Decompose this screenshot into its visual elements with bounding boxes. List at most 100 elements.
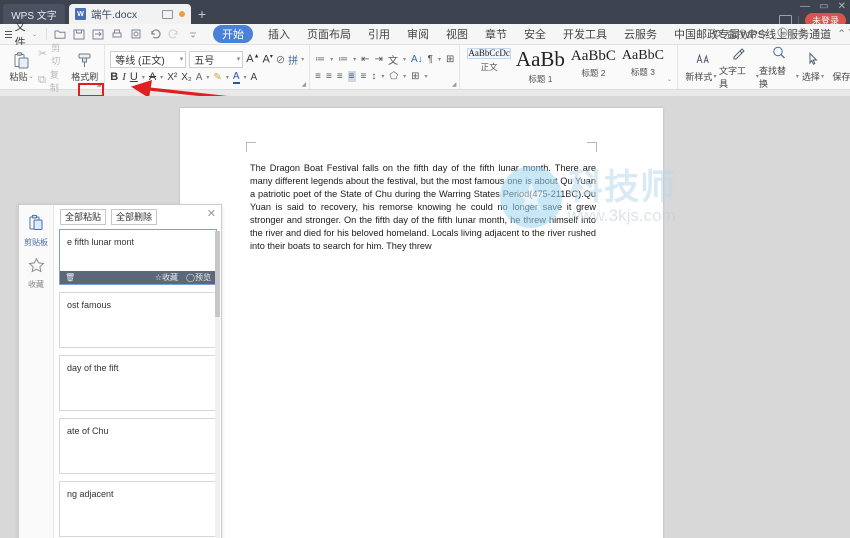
close-icon[interactable]: ✕ [207, 209, 216, 220]
chevron-down-icon[interactable]: ▾ [160, 74, 163, 81]
justify-button[interactable]: ≡ [347, 71, 356, 82]
ribbon-tab-review[interactable]: 审阅 [405, 25, 431, 43]
text-effect-button[interactable]: A [196, 72, 203, 83]
clipboard-item[interactable]: day of the fift [59, 355, 217, 411]
bold-button[interactable]: B [110, 71, 118, 83]
print-preview-icon[interactable] [130, 28, 142, 40]
format-painter-button[interactable]: 格式刷 [70, 51, 99, 83]
ribbon-tab-cloud[interactable]: 云服务 [622, 25, 659, 43]
clipboard-item[interactable]: e fifth lunar mont 🗑 ☆收藏 ◯预览 [59, 229, 217, 285]
font-size-combo[interactable]: 五号 ▾ [189, 50, 244, 68]
pinyin-button[interactable]: 文 [388, 52, 398, 67]
style-item-normal[interactable]: AaBbCcDc 正文 [465, 47, 513, 73]
save-as-icon[interactable] [92, 28, 104, 40]
decrease-indent-button[interactable]: ⇤ [361, 54, 369, 65]
chevron-down-icon[interactable]: ▾ [301, 56, 304, 63]
find-replace-button[interactable]: 查找替换 ▾ [759, 45, 799, 90]
feedback-icon[interactable] [777, 27, 788, 41]
phonetic-guide-button[interactable]: 拼 [288, 52, 298, 67]
open-folder-icon[interactable] [54, 28, 66, 40]
align-right-button[interactable]: ≡ [337, 71, 343, 82]
chevron-down-icon[interactable]: ▾ [142, 74, 145, 81]
ribbon-tab-section[interactable]: 章节 [483, 25, 509, 43]
minimize-button[interactable]: — [800, 1, 810, 12]
char-shading-button[interactable]: A [251, 72, 258, 83]
trash-icon[interactable]: 🗑 [65, 273, 75, 282]
grow-font-button[interactable]: A▲ [246, 53, 259, 65]
select-button[interactable]: 选择 ▾ [799, 51, 827, 83]
chevron-down-icon[interactable]: ▾ [438, 56, 441, 63]
chevron-down-icon[interactable]: ▾ [244, 74, 247, 81]
clipboard-item[interactable]: ng adjacent [59, 481, 217, 537]
ribbon-tab-insert[interactable]: 插入 [266, 25, 292, 43]
font-dialog-launcher[interactable]: ◢ [302, 81, 307, 88]
paste-button[interactable]: 粘贴 ⌄ [7, 51, 36, 83]
font-name-combo[interactable]: 等线 (正文) ▾ [110, 50, 187, 68]
bullets-button[interactable]: ≔ [315, 54, 325, 65]
undo-icon[interactable] [149, 28, 161, 40]
clipboard-item[interactable]: ost famous [59, 292, 217, 348]
subscript-button[interactable]: X₂ [181, 72, 192, 83]
redo-icon[interactable] [168, 28, 180, 40]
ribbon-tab-start[interactable]: 开始 [213, 25, 254, 43]
ribbon-tab-page-layout[interactable]: 页面布局 [305, 25, 353, 43]
close-button[interactable]: ✕ [838, 1, 846, 12]
more-vertical-icon[interactable]: ⋮ [818, 28, 829, 40]
borders-button[interactable]: ⊞ [411, 71, 419, 82]
layout-button[interactable]: ⊞ [446, 54, 454, 65]
ribbon-tab-baidu-netdisk[interactable]: 百度网盘 [846, 25, 850, 43]
document-page[interactable]: The Dragon Boat Festival falls on the fi… [180, 108, 663, 538]
favorite-action[interactable]: ☆收藏 [155, 272, 178, 283]
strikethrough-button[interactable]: A [149, 71, 156, 83]
highlight-button[interactable]: ✎ [213, 72, 221, 83]
settings-icon[interactable] [797, 27, 809, 42]
distribute-button[interactable]: ≡ [361, 71, 367, 82]
maximize-button[interactable]: ▭ [819, 1, 828, 12]
new-style-button[interactable]: 新样式 ▾ [683, 51, 719, 83]
clear-format-button[interactable]: ⊘ [276, 53, 285, 66]
new-tab-button[interactable]: + [191, 4, 213, 24]
styles-scroll-down-icon[interactable]: ⌄ [667, 76, 672, 83]
ribbon-tab-developer[interactable]: 开发工具 [561, 25, 609, 43]
paragraph-dialog-launcher[interactable]: ◢ [452, 81, 457, 88]
style-item-heading-2[interactable]: AaBbC 标题 2 [568, 48, 619, 79]
text-tools-button[interactable]: 文字工具 ▾ [719, 45, 759, 90]
cut-button[interactable]: ✂ 剪切 [38, 41, 66, 67]
chevron-down-icon[interactable]: ▾ [330, 56, 333, 63]
style-item-heading-3[interactable]: AaBbC 标题 3 [619, 48, 667, 78]
sidebar-item-favorites[interactable]: 收藏 [19, 248, 53, 290]
shading-button[interactable]: ⬠ [389, 71, 398, 82]
delete-all-button[interactable]: 全部删除 [111, 209, 158, 225]
italic-button[interactable]: I [122, 71, 126, 83]
paste-all-button[interactable]: 全部粘贴 [60, 209, 107, 225]
show-marks-button[interactable]: ¶ [428, 54, 433, 65]
clipboard-scrollbar-thumb[interactable] [215, 231, 220, 317]
customize-qat-icon[interactable] [187, 28, 199, 40]
find-command-button[interactable]: 查找命令 [713, 27, 768, 42]
clipboard-items-list[interactable]: e fifth lunar mont 🗑 ☆收藏 ◯预览 ost famous [54, 229, 221, 538]
document-body-text[interactable]: The Dragon Boat Festival falls on the fi… [250, 162, 596, 253]
ribbon-tab-security[interactable]: 安全 [522, 25, 548, 43]
chevron-down-icon[interactable]: ▾ [424, 73, 427, 80]
clipboard-item[interactable]: ate of Chu [59, 418, 217, 474]
font-color-button[interactable]: A [232, 71, 240, 84]
save-to-netdisk-button[interactable]: 保存到百度网盘 [827, 52, 850, 83]
line-spacing-button[interactable]: ↕ [371, 71, 376, 82]
ribbon-tab-references[interactable]: 引用 [366, 25, 392, 43]
chevron-down-icon[interactable]: ▾ [353, 56, 356, 63]
align-center-button[interactable]: ≡ [326, 71, 332, 82]
chevron-down-icon[interactable]: ▾ [381, 73, 384, 80]
chevron-up-icon[interactable]: ⌃ [837, 28, 846, 40]
ribbon-tab-view[interactable]: 视图 [444, 25, 470, 43]
numbering-button[interactable]: ≔ [338, 54, 348, 65]
chevron-down-icon[interactable]: ▾ [403, 73, 406, 80]
preview-action[interactable]: ◯预览 [186, 272, 211, 283]
chevron-down-icon[interactable]: ▾ [226, 74, 229, 81]
shrink-font-button[interactable]: A▾ [263, 53, 273, 65]
superscript-button[interactable]: X² [167, 72, 177, 83]
underline-button[interactable]: U [130, 71, 138, 83]
sort-button[interactable]: A↓ [411, 54, 423, 65]
align-left-button[interactable]: ≡ [315, 71, 321, 82]
sidebar-item-clipboard[interactable]: 剪贴板 [19, 205, 53, 248]
document-tab[interactable]: W 端午.docx [69, 4, 191, 24]
